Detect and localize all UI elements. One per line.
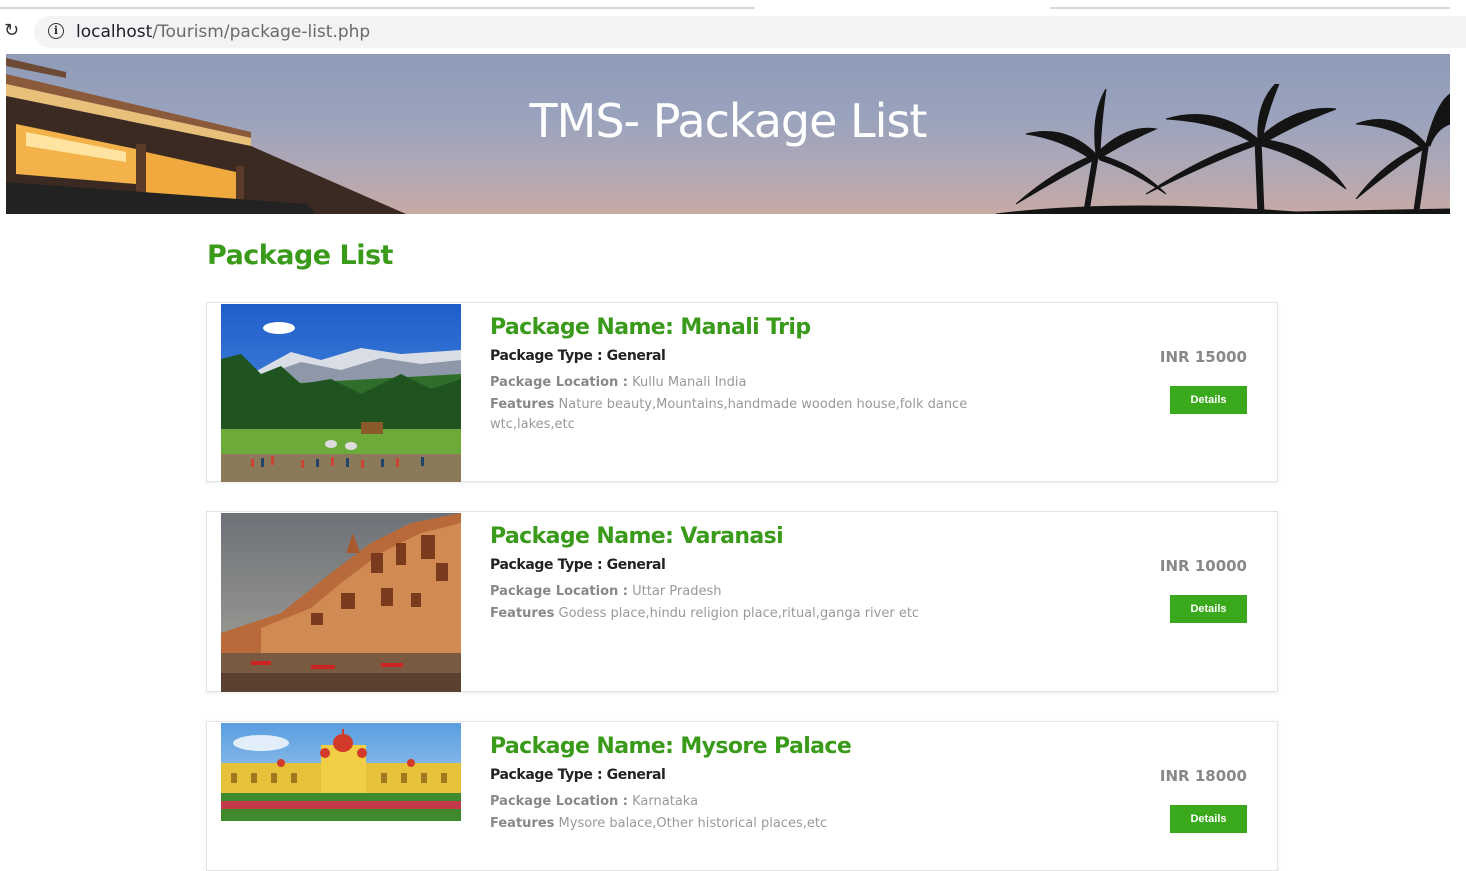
package-type: Package Type : General [490,348,666,364]
package-location: Package Location : Karnataka [490,794,698,809]
details-button[interactable]: Details [1170,595,1247,623]
location-label: Package Location : [490,584,628,599]
browser-tabstrip [0,0,1466,10]
features-label: Features [490,606,555,621]
banner-title: TMS- Package List [529,94,928,148]
package-features: Features Mysore balace,Other historical … [490,814,990,834]
features-value: Godess place,hindu religion place,ritual… [558,606,920,621]
package-price: INR 15000 [1159,348,1247,366]
tab-divider [1050,7,1450,9]
package-features: Features Nature beauty,Mountains,handmad… [490,395,990,435]
info-icon[interactable]: i [48,23,64,39]
package-image [221,513,461,692]
features-label: Features [490,397,555,412]
location-label: Package Location : [490,375,628,390]
package-location: Package Location : Kullu Manali India [490,375,747,390]
url-path: /Tourism/package-list.php [152,22,371,42]
package-card: Package Name: Mysore Palace Package Type… [206,721,1278,871]
package-card: Package Name: Varanasi Package Type : Ge… [206,511,1278,692]
location-value: Kullu Manali India [632,375,747,390]
package-card: Package Name: Manali Trip Package Type :… [206,302,1278,482]
package-name: Package Name: Varanasi [490,524,784,549]
features-value: Mysore balace,Other historical places,et… [558,816,828,831]
package-type: Package Type : General [490,767,666,783]
features-label: Features [490,816,555,831]
details-button[interactable]: Details [1170,805,1247,833]
url-field[interactable]: i localhost/Tourism/package-list.php ⊖ [34,16,1466,48]
tab-divider [0,7,755,9]
location-value: Karnataka [632,794,699,809]
location-value: Uttar Pradesh [632,584,722,599]
package-name: Package Name: Manali Trip [490,315,811,340]
package-image [221,304,461,482]
details-button[interactable]: Details [1170,386,1247,414]
page-title: Package List [207,240,393,271]
reload-icon[interactable]: ↻ [4,20,19,41]
package-price: INR 18000 [1159,767,1247,785]
package-image [221,723,461,821]
package-features: Features Godess place,hindu religion pla… [490,604,990,624]
package-price: INR 10000 [1159,557,1247,575]
package-type: Package Type : General [490,557,666,573]
address-bar: ↻ i localhost/Tourism/package-list.php ⊖ [0,10,1466,54]
package-location: Package Location : Uttar Pradesh [490,584,721,599]
features-value: Nature beauty,Mountains,handmade wooden … [490,397,968,432]
location-label: Package Location : [490,794,628,809]
page-banner: TMS- Package List [6,54,1450,214]
url-host: localhost [76,22,153,42]
package-name: Package Name: Mysore Palace [490,734,852,759]
url-text[interactable]: localhost/Tourism/package-list.php [76,22,370,42]
